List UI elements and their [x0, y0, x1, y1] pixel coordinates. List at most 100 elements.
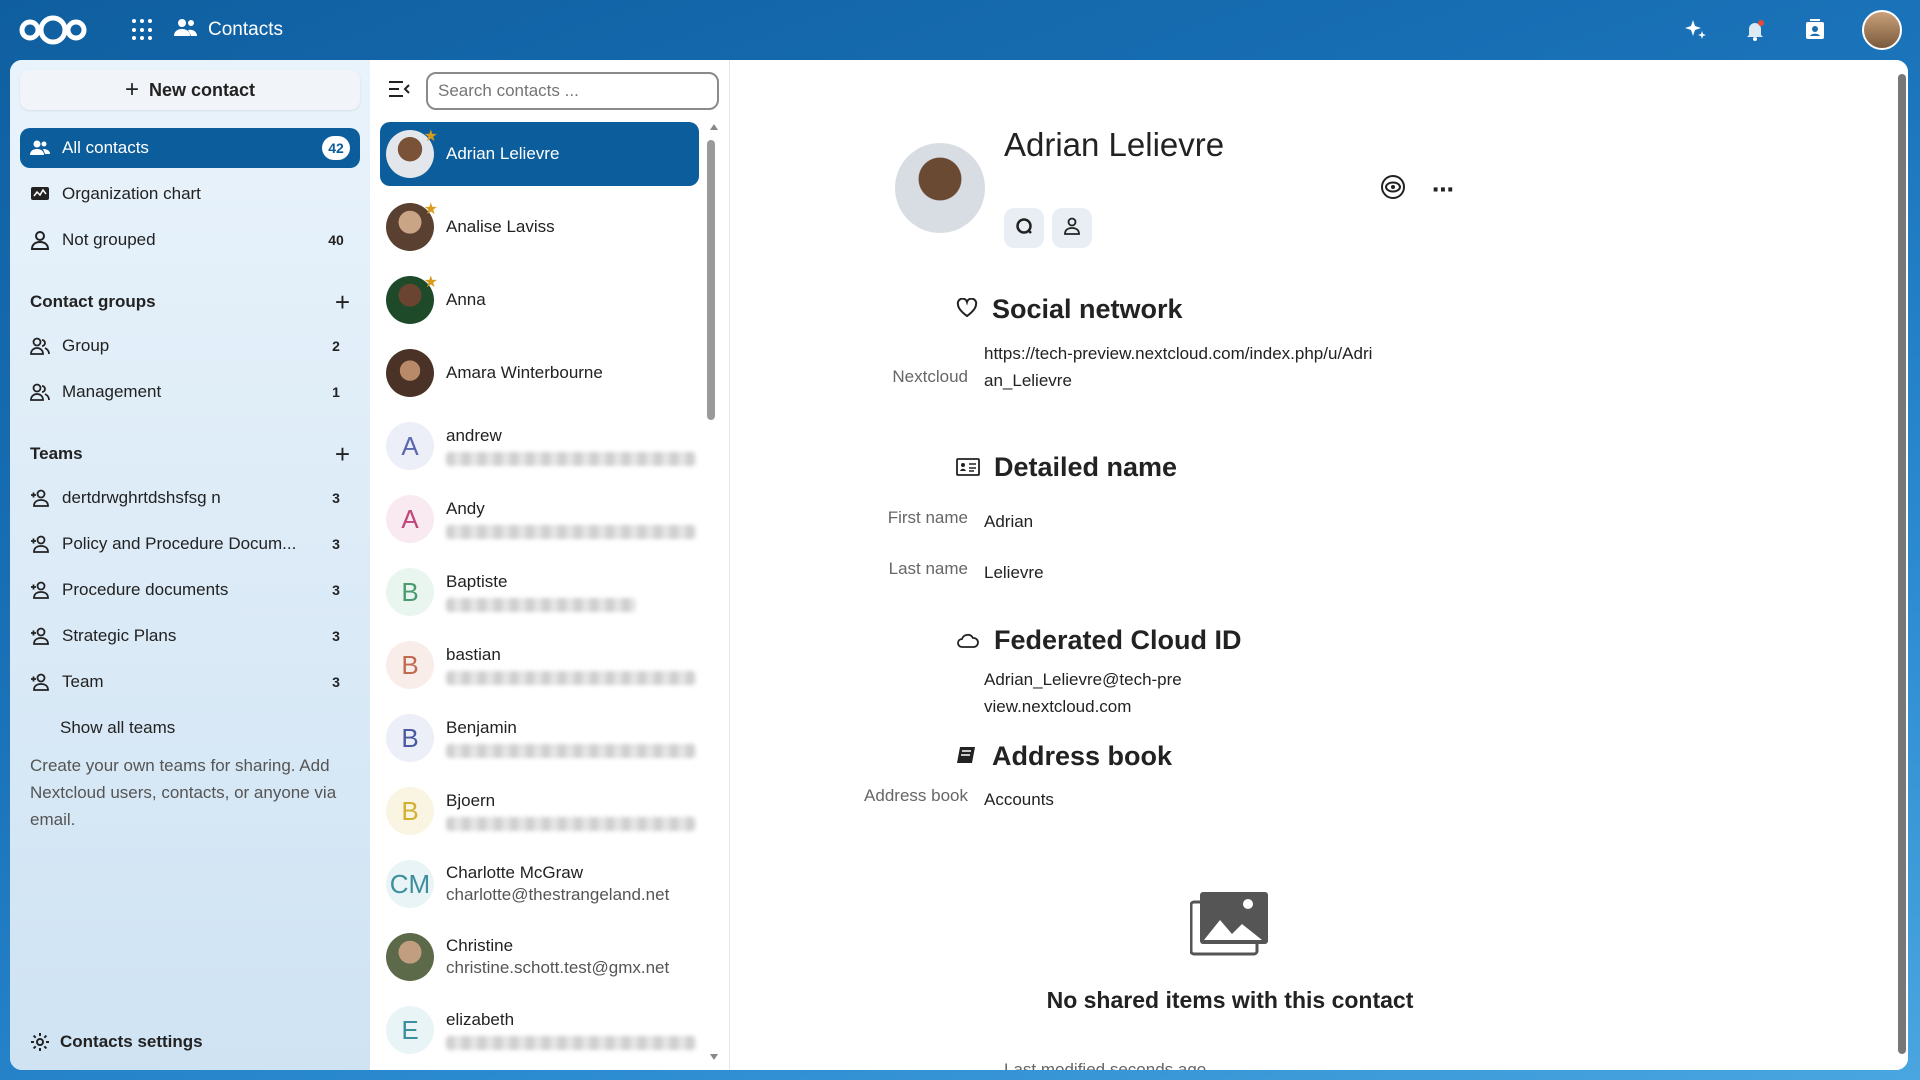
profile-button[interactable]	[1052, 208, 1092, 248]
nav-count: 3	[332, 490, 340, 506]
nav-label: Organization chart	[62, 184, 201, 203]
nextcloud-logo-icon[interactable]	[18, 10, 98, 50]
blurred-email	[446, 1036, 696, 1050]
contacts-menu-icon[interactable]	[1802, 17, 1828, 43]
nav-count: 2	[332, 338, 340, 354]
user-icon	[30, 230, 50, 250]
contact-avatar	[386, 349, 434, 397]
contact-list-item[interactable]: ★ Anna	[380, 268, 699, 332]
social-network-value[interactable]: https://tech-preview.nextcloud.com/index…	[984, 340, 1374, 394]
contact-name: Benjamin	[446, 718, 517, 737]
contact-list-item[interactable]: B Benjamin	[380, 706, 699, 770]
assistant-sparkle-icon[interactable]	[1682, 17, 1708, 43]
app-navigation: + New contact All contacts 42 Organizati…	[10, 60, 370, 1070]
nav-group-group[interactable]: Group 2	[20, 326, 360, 366]
contact-list-item[interactable]: CM Charlotte McGraw charlotte@thestrangel…	[380, 852, 699, 916]
contact-list-item[interactable]: E elizabeth	[380, 998, 699, 1062]
field-label: Last name	[888, 559, 968, 578]
blurred-email	[446, 744, 696, 758]
address-book-value[interactable]: Accounts	[984, 786, 1374, 813]
blurred-email	[446, 671, 696, 685]
app-menu-icon[interactable]	[132, 19, 154, 41]
user-icon	[1062, 216, 1082, 241]
contact-email: charlotte@thestrangeland.net	[446, 885, 670, 904]
talk-icon	[1014, 216, 1034, 241]
contact-avatar: CM	[386, 860, 434, 908]
contacts-icon	[174, 17, 198, 43]
search-contacts-input[interactable]	[426, 72, 719, 110]
group-icon	[30, 382, 50, 402]
nav-group-management[interactable]: Management 1	[20, 372, 360, 412]
contact-list-item[interactable]: A andrew	[380, 414, 699, 478]
book-icon	[956, 741, 978, 772]
contact-display-name[interactable]: Adrian Lelievre	[1004, 126, 1224, 164]
contact-name: andrew	[446, 426, 502, 445]
app-contacts-link[interactable]: Contacts	[174, 17, 283, 43]
contact-list-item[interactable]: Amara Winterbourne	[380, 341, 699, 405]
user-avatar[interactable]	[1862, 10, 1902, 50]
contact-list-item[interactable]: ★ Adrian Lelievre	[380, 122, 699, 186]
nav-team-item[interactable]: Team 3	[20, 662, 360, 702]
new-contact-label: New contact	[148, 79, 256, 100]
shared-items-empty-state: No shared items with this contact	[730, 890, 1730, 1014]
blurred-email	[446, 598, 636, 612]
cloud-icon	[956, 625, 980, 656]
contact-groups-header: Contact groups +	[20, 282, 360, 322]
favorite-star-icon: ★	[423, 201, 438, 218]
contact-name: Baptiste	[446, 572, 508, 591]
contact-list-item[interactable]: A Andy	[380, 487, 699, 551]
first-name-row: First name Adrian	[730, 508, 1374, 535]
nav-organization-chart[interactable]: Organization chart	[20, 174, 360, 214]
add-team-plus-icon[interactable]: +	[335, 441, 350, 467]
contact-list-item[interactable]: B bastian	[380, 633, 699, 697]
contact-avatar: B	[386, 714, 434, 762]
last-name-value[interactable]: Lelievre	[984, 559, 1374, 586]
notifications-bell-icon[interactable]	[1742, 17, 1768, 43]
first-name-value[interactable]: Adrian	[984, 508, 1374, 535]
contact-list-item[interactable]: ★ Analise Laviss	[380, 195, 699, 259]
contact-list-scroll-thumb[interactable]	[707, 140, 715, 420]
nav-not-grouped[interactable]: Not grouped 40	[20, 220, 360, 260]
new-contact-button[interactable]: + New contact	[20, 70, 360, 110]
contact-avatar: ★	[386, 274, 438, 324]
nav-count: 3	[332, 582, 340, 598]
nav-label: Procedure documents	[62, 580, 229, 599]
team-icon	[30, 626, 50, 646]
nav-team-item[interactable]: Procedure documents 3	[20, 570, 360, 610]
settings-label: Contacts settings	[60, 1032, 203, 1051]
blurred-email	[446, 817, 696, 831]
contact-avatar: B	[386, 568, 434, 616]
nav-label: Strategic Plans	[62, 626, 177, 645]
team-icon	[30, 534, 50, 554]
federated-cloud-section: Federated Cloud ID	[956, 625, 1242, 656]
contact-photo[interactable]	[895, 143, 985, 233]
contact-list-item[interactable]: B Bjoern	[380, 779, 699, 843]
contact-list-item[interactable]: B Baptiste	[380, 560, 699, 624]
nav-team-item[interactable]: Strategic Plans 3	[20, 616, 360, 656]
nav-label: Policy and Procedure Docum...	[62, 534, 297, 553]
field-label: First name	[887, 508, 968, 527]
nav-all-contacts[interactable]: All contacts 42	[20, 128, 360, 168]
group-icon	[30, 336, 50, 356]
section-title: Detailed name	[994, 452, 1178, 482]
app-name-label: Contacts	[208, 19, 283, 40]
talk-button[interactable]	[1004, 208, 1044, 248]
field-label	[730, 666, 984, 720]
favorite-star-icon: ★	[423, 128, 438, 145]
favorite-star-icon: ★	[423, 274, 438, 291]
details-scrollbar[interactable]	[1898, 74, 1906, 1054]
address-book-section: Address book	[956, 741, 1172, 772]
add-group-plus-icon[interactable]: +	[335, 289, 350, 315]
contact-avatar: E	[386, 1006, 434, 1054]
empty-state-title: No shared items with this contact	[1046, 987, 1414, 1013]
more-actions-button[interactable]: ⋯	[1432, 177, 1454, 203]
eye-icon[interactable]	[1380, 174, 1406, 206]
federated-cloud-value[interactable]: Adrian_Lelievre@tech-preview.nextcloud.c…	[984, 666, 1184, 720]
show-all-teams-link[interactable]: Show all teams	[20, 708, 360, 748]
contact-list-panel: ★ Adrian Lelievre ★ Analise Laviss ★ Ann…	[370, 60, 730, 1070]
contact-list-item[interactable]: Christine christine.schott.test@gmx.net	[380, 925, 699, 989]
toggle-navigation-icon[interactable]	[388, 80, 410, 103]
nav-team-item[interactable]: dertdrwghrtdshsfsg n 3	[20, 478, 360, 518]
nav-team-item[interactable]: Policy and Procedure Docum... 3	[20, 524, 360, 564]
contacts-settings-button[interactable]: Contacts settings	[30, 1032, 203, 1052]
